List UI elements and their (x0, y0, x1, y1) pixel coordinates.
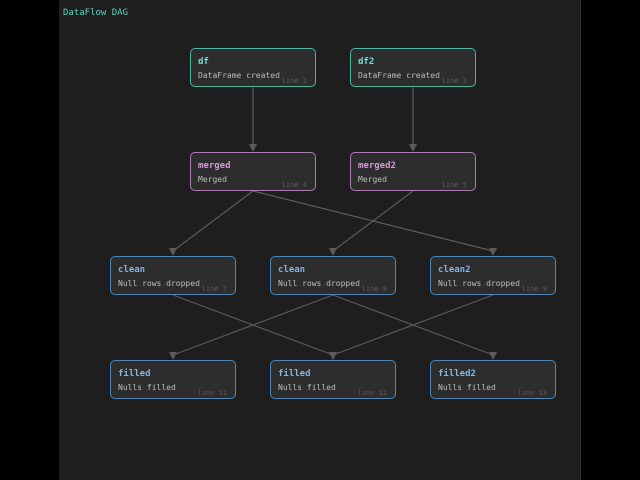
edge-layer (169, 87, 497, 360)
edge-arrowhead (249, 144, 257, 152)
node-description: Null rows dropped (278, 279, 360, 288)
node-clean-line7[interactable]: clean Null rows dropped line 7 (110, 256, 236, 295)
node-name: filled (118, 369, 151, 379)
node-description: Null rows dropped (438, 279, 520, 288)
node-description: Nulls filled (438, 383, 496, 392)
node-line: line 8 (361, 285, 387, 293)
node-df[interactable]: df DataFrame created line 1 (190, 48, 316, 87)
node-filled-line12[interactable]: filled Nulls filled line 12 (270, 360, 396, 399)
node-name: df2 (358, 57, 375, 67)
node-description: Null rows dropped (118, 279, 200, 288)
node-line: line 12 (357, 389, 387, 397)
node-description: DataFrame created (358, 71, 440, 80)
node-name: clean (278, 265, 306, 275)
node-name: merged (198, 161, 231, 171)
node-line: line 11 (197, 389, 227, 397)
node-line: line 2 (441, 77, 467, 85)
edge-arrowhead (329, 352, 337, 360)
edge-line (332, 190, 414, 252)
node-description: Merged (358, 175, 387, 184)
node-name: filled2 (438, 369, 476, 379)
node-description: Nulls filled (118, 383, 176, 392)
dag-canvas: DataFlow DAG df DataFrame created line 1… (59, 0, 581, 480)
node-name: merged2 (358, 161, 396, 171)
node-line: line 5 (441, 181, 467, 189)
node-merged[interactable]: merged Merged line 4 (190, 152, 316, 191)
node-filled2[interactable]: filled2 Nulls filled line 13 (430, 360, 556, 399)
edge-arrowhead (329, 248, 337, 256)
node-merged2[interactable]: merged2 Merged line 5 (350, 152, 476, 191)
node-filled-line11[interactable]: filled Nulls filled line 11 (110, 360, 236, 399)
node-clean2[interactable]: clean2 Null rows dropped line 9 (430, 256, 556, 295)
node-df2[interactable]: df2 DataFrame created line 2 (350, 48, 476, 87)
node-name: clean (118, 265, 146, 275)
node-description: Merged (198, 175, 227, 184)
node-clean-line8[interactable]: clean Null rows dropped line 8 (270, 256, 396, 295)
node-line: line 4 (281, 181, 307, 189)
edge-arrowhead (169, 248, 177, 256)
node-name: clean2 (438, 265, 471, 275)
node-line: line 9 (521, 285, 547, 293)
edge-arrowhead (409, 144, 417, 152)
node-description: DataFrame created (198, 71, 280, 80)
edge-arrowhead (489, 352, 497, 360)
edge-arrowhead (169, 352, 177, 360)
node-line: line 1 (281, 77, 307, 85)
edge-line (172, 190, 254, 252)
node-line: line 13 (517, 389, 547, 397)
edge-arrowhead (489, 248, 497, 256)
node-description: Nulls filled (278, 383, 336, 392)
node-line: line 7 (201, 285, 227, 293)
node-name: filled (278, 369, 311, 379)
node-name: df (198, 57, 209, 67)
